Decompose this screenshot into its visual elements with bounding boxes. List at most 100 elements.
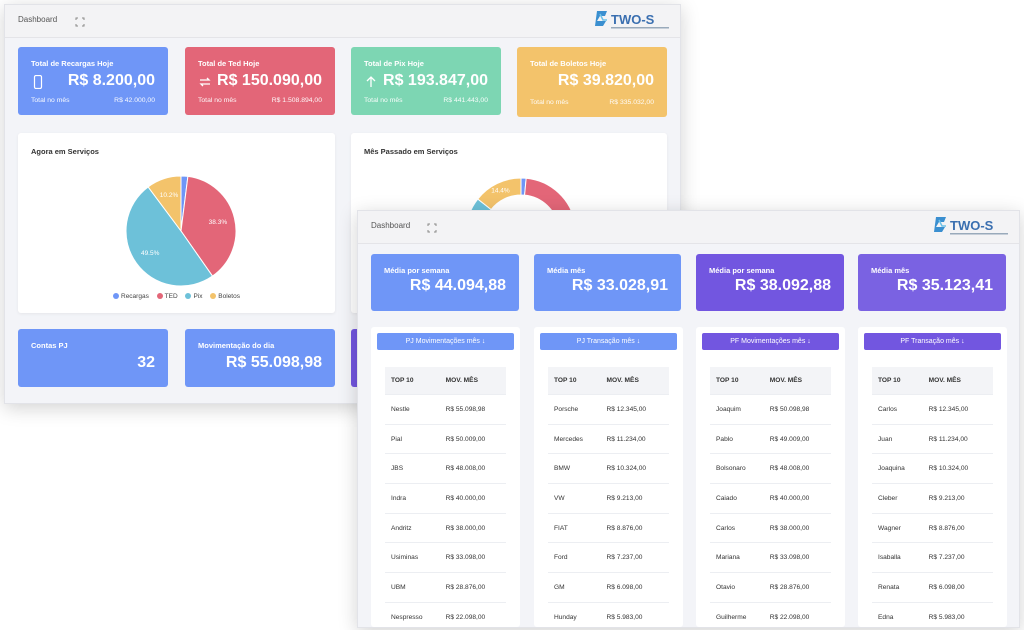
row-name: Caiado	[710, 483, 764, 514]
row-value: R$ 6.098,00	[922, 572, 993, 603]
stat-value: R$ 35.123,41	[896, 277, 993, 294]
stat-card-ted[interactable]: Total de Ted Hoje R$ 150.090,00 Total no…	[185, 47, 335, 115]
ranking-sort-button[interactable]: PJ Movimentações mês ↓	[377, 333, 514, 350]
stat-title: Total de Boletos Hoje	[530, 59, 607, 68]
col-header-mov-mes[interactable]: MOV. MÊS	[439, 367, 506, 395]
legend-item-recargas[interactable]: Recargas	[113, 293, 149, 300]
stat-sub-value: R$ 42.000,00	[114, 97, 155, 104]
col-header-top10[interactable]: TOP 10	[710, 367, 764, 395]
table-row[interactable]: UBM R$ 28.876,00	[385, 572, 506, 603]
table-row[interactable]: Cleber R$ 9.213,00	[872, 483, 993, 514]
col-header-top10[interactable]: TOP 10	[548, 367, 601, 395]
table-row[interactable]: Porsche R$ 12.345,00	[548, 394, 669, 425]
stat-title: Total de Ted Hoje	[198, 59, 260, 68]
legend-item-ted[interactable]: TED	[156, 293, 178, 300]
pie-data-label: 38.3%	[209, 219, 228, 226]
card-value: 32	[137, 354, 155, 371]
table-row[interactable]: Otavio R$ 28.876,00	[710, 572, 831, 603]
row-value: R$ 55.098,98	[439, 394, 506, 425]
col-header-mov-mes[interactable]: MOV. MÊS	[600, 367, 669, 395]
pie-data-label: 49.5%	[141, 250, 160, 257]
stat-sub-label: Total no mês	[364, 97, 403, 104]
table-row[interactable]: Edna R$ 5.983,00	[872, 601, 993, 627]
table-row[interactable]: Hunday R$ 5.983,00	[548, 601, 669, 627]
stat-title: Total de Pix Hoje	[364, 59, 424, 68]
row-name: Pablo	[710, 423, 764, 454]
table-row[interactable]: Joaquim R$ 50.098,98	[710, 394, 831, 425]
ranking-table: TOP 10 MOV. MÊS Nestle R$ 55.098,98 Pial R$ …	[385, 367, 506, 627]
ranking-sort-button[interactable]: PF Transação mês ↓	[864, 333, 1001, 350]
col-header-mov-mes[interactable]: MOV. MÊS	[922, 367, 993, 395]
stat-card-boletos[interactable]: Total de Boletos Hoje R$ 39.820,00 Total…	[517, 47, 667, 117]
table-row[interactable]: Andritz R$ 38.000,00	[385, 512, 506, 543]
table-row[interactable]: Renata R$ 6.098,00	[872, 572, 993, 603]
table-row[interactable]: Indra R$ 40.000,00	[385, 483, 506, 514]
stat-sub-label: Total no mês	[530, 99, 569, 106]
row-value: R$ 33.098,00	[763, 542, 831, 573]
ranking-sort-button[interactable]: PF Movimentações mês ↓	[702, 333, 839, 350]
legend-item-pix[interactable]: Pix	[185, 293, 202, 300]
table-row[interactable]: Bolsonaro R$ 48.008,00	[710, 453, 831, 484]
table-row[interactable]: VW R$ 9.213,00	[548, 483, 669, 514]
breadcrumb[interactable]: Dashboard	[371, 221, 410, 230]
fullscreen-icon[interactable]	[427, 220, 437, 233]
table-row[interactable]: Pial R$ 50.009,00	[385, 423, 506, 454]
stat-card-media-mes-pj[interactable]: Média mês R$ 33.028,91	[534, 254, 681, 311]
table-row[interactable]: Mercedes R$ 11.234,00	[548, 423, 669, 454]
table-row[interactable]: Nespresso R$ 22.098,00	[385, 601, 506, 627]
table-row[interactable]: Guilherme R$ 22.098,00	[710, 601, 831, 627]
table-row[interactable]: Joaquina R$ 10.324,00	[872, 453, 993, 484]
col-header-top10[interactable]: TOP 10	[385, 367, 440, 395]
stat-card-recargas[interactable]: Total de Recargas Hoje R$ 8.200,00 Total…	[18, 47, 168, 115]
ranking-panel-pj-movimentacoes: PJ Movimentações mês ↓ TOP 10 MOV. MÊS Ne…	[371, 327, 520, 627]
row-value: R$ 8.876,00	[922, 512, 993, 543]
table-row[interactable]: Isaballa R$ 7.237,00	[872, 542, 993, 573]
row-name: UBM	[385, 572, 440, 603]
stat-card-pix[interactable]: Total de Pix Hoje R$ 193.847,00 Total no…	[351, 47, 501, 115]
row-name: Mercedes	[548, 423, 601, 454]
table-row[interactable]: JBS R$ 48.008,00	[385, 453, 506, 484]
top-bar: Dashboard TWO-S	[358, 211, 1019, 244]
breadcrumb[interactable]: Dashboard	[18, 15, 57, 24]
table-row[interactable]: Ford R$ 7.237,00	[548, 542, 669, 573]
stat-card-media-mes-pf[interactable]: Média mês R$ 35.123,41	[858, 254, 1006, 311]
card-contas-pj[interactable]: Contas PJ 32	[18, 329, 168, 387]
table-row[interactable]: Carlos R$ 38.000,00	[710, 512, 831, 543]
stat-card-media-semana-pf[interactable]: Média por semana R$ 38.092,88	[696, 254, 844, 311]
row-value: R$ 5.983,00	[922, 601, 993, 627]
table-row[interactable]: Caiado R$ 40.000,00	[710, 483, 831, 514]
table-row[interactable]: GM R$ 6.098,00	[548, 572, 669, 603]
table-row[interactable]: BMW R$ 10.324,00	[548, 453, 669, 484]
table-row[interactable]: FIAT R$ 8.876,00	[548, 512, 669, 543]
stat-card-media-semana-pj[interactable]: Média por semana R$ 44.094,88	[371, 254, 519, 311]
stat-title: Média mês	[871, 266, 910, 275]
table-row[interactable]: Wagner R$ 8.876,00	[872, 512, 993, 543]
row-name: BMW	[548, 453, 601, 484]
table-row[interactable]: Carlos R$ 12.345,00	[872, 394, 993, 425]
row-name: JBS	[385, 453, 440, 484]
fullscreen-icon[interactable]	[75, 14, 85, 27]
row-name: Guilherme	[710, 601, 764, 627]
row-name: Otavio	[710, 572, 764, 603]
card-movimentacao-dia[interactable]: Movimentação do dia R$ 55.098,98	[185, 329, 335, 387]
table-row[interactable]: Nestle R$ 55.098,98	[385, 394, 506, 425]
table-row[interactable]: Juan R$ 11.234,00	[872, 423, 993, 454]
row-name: Joaquim	[710, 394, 764, 425]
table-row[interactable]: Mariana R$ 33.098,00	[710, 542, 831, 573]
stat-sub-label: Total no mês	[198, 97, 237, 104]
table-row[interactable]: Usiminas R$ 33.098,00	[385, 542, 506, 573]
table-row[interactable]: Pablo R$ 49.009,00	[710, 423, 831, 454]
ranking-sort-button[interactable]: PJ Transação mês ↓	[540, 333, 677, 350]
legend-item-boletos[interactable]: Boletos	[210, 293, 240, 300]
row-name: Porsche	[548, 394, 601, 425]
stat-sub-label: Total no mês	[31, 97, 70, 104]
row-value: R$ 49.009,00	[763, 423, 831, 454]
stat-sub-value: R$ 1.508.894,00	[271, 97, 322, 104]
col-header-top10[interactable]: TOP 10	[872, 367, 923, 395]
stat-value: R$ 33.028,91	[571, 277, 668, 294]
row-name: Juan	[872, 423, 923, 454]
chart-panel-now: Agora em Serviços 38.3% 49.5% 10.2% Recarg…	[18, 133, 335, 313]
row-value: R$ 33.098,00	[439, 542, 506, 573]
col-header-mov-mes[interactable]: MOV. MÊS	[763, 367, 831, 395]
ranking-panel-pj-transacao: PJ Transação mês ↓ TOP 10 MOV. MÊS Porsch…	[534, 327, 683, 627]
